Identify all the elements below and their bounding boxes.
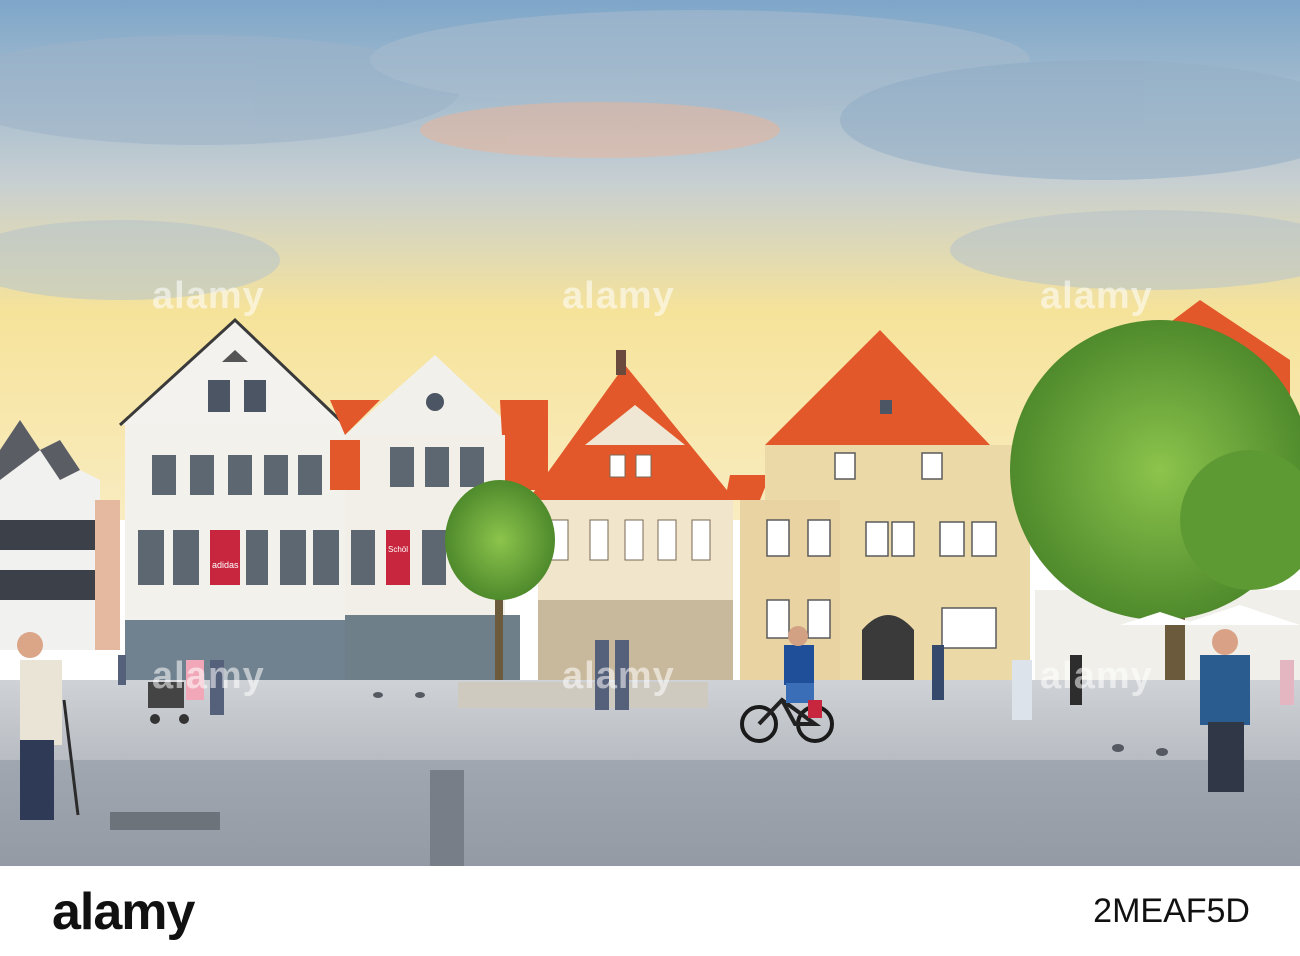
image-id: 2MEAF5D bbox=[1093, 892, 1250, 930]
stock-footer: alamy 2MEAF5D bbox=[0, 866, 1300, 956]
storefront-sign-text-left: adidas bbox=[212, 560, 239, 570]
storefront-sign-text-right: Schöl bbox=[388, 545, 409, 554]
alamy-logo[interactable]: alamy bbox=[52, 882, 195, 942]
watermark: alamy bbox=[1040, 655, 1153, 697]
storefront-sign-right bbox=[386, 530, 410, 585]
watermark: alamy bbox=[1040, 275, 1153, 317]
storefront-sign-left bbox=[210, 530, 240, 585]
drain-line bbox=[430, 770, 464, 866]
market-square-photo: alamy alamy alamy alamy alamy alamy adid… bbox=[0, 0, 1300, 866]
photo-canvas bbox=[0, 0, 1300, 866]
watermark: alamy bbox=[562, 655, 675, 697]
watermark: alamy bbox=[152, 275, 265, 317]
manhole bbox=[110, 812, 220, 830]
watermark: alamy bbox=[152, 655, 265, 697]
watermark: alamy bbox=[562, 275, 675, 317]
